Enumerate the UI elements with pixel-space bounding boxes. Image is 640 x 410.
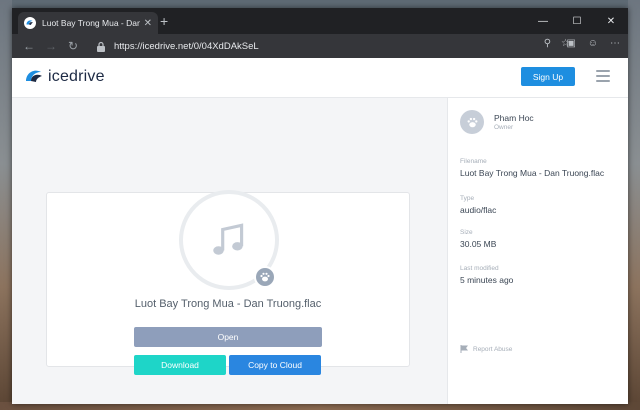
lock-icon [97,41,105,52]
desktop-wallpaper-right [628,0,640,410]
zoom-icon[interactable]: ⚲ [544,38,551,49]
meta-label: Filename [460,158,487,165]
close-window-icon[interactable]: ✕ [594,8,628,34]
back-icon[interactable]: ← [18,39,40,53]
logo-text: icedrive [48,68,105,85]
minimize-icon[interactable]: — [526,8,560,34]
report-abuse-link[interactable]: Report Abuse [460,345,512,353]
page-content: icedrive Sign Up Luot Bay Trong Mua - Da… [12,58,628,404]
copy-to-cloud-button[interactable]: Copy to Cloud [229,355,321,375]
flag-icon [460,345,468,353]
meta-last-modified: Last modified 5 minutes ago [460,265,513,285]
meta-filename: Filename Luot Bay Trong Mua - Dan Truong… [460,158,604,178]
reload-icon[interactable]: ↻ [62,39,84,53]
tab-bar: Luot Bay Trong Mua - Dan Truong ✕ + — ☐ … [12,8,628,34]
watermark-logo: GENK [578,386,626,402]
signup-button[interactable]: Sign Up [521,67,575,86]
meta-value: 30.05 MB [460,239,497,249]
url-field[interactable]: https://icedrive.net/0/04XdDAkSeL ⚲ ☆ [96,37,570,55]
paw-icon [467,117,477,127]
icedrive-logo[interactable]: icedrive [24,67,105,87]
icedrive-favicon-icon [24,17,36,29]
tab-close-icon[interactable]: ✕ [144,18,152,29]
report-abuse-label: Report Abuse [473,345,513,353]
meta-size: Size 30.05 MB [460,229,496,249]
icedrive-logo-icon [26,70,42,82]
window-controls: — ☐ ✕ [526,8,628,34]
url-text: https://icedrive.net/0/04XdDAkSeL [114,40,259,52]
browser-tab[interactable]: Luot Bay Trong Mua - Dan Truong ✕ [18,12,158,34]
download-button[interactable]: Download [134,355,226,375]
tab-title: Luot Bay Trong Mua - Dan Truong [42,18,140,28]
new-tab-icon[interactable]: + [160,13,168,29]
meta-type: Type audio/flac [460,195,496,215]
meta-value: Luot Bay Trong Mua - Dan Truong.flac [460,168,605,178]
file-details-sidebar: Pham Hoc Owner Filename Luot Bay Trong M… [447,98,628,404]
owner-role: Owner [494,124,514,131]
profile-icon[interactable]: ☺ [588,38,598,49]
meta-value: audio/flac [460,205,497,215]
desktop-wallpaper-left [0,0,12,410]
menu-dots-icon[interactable]: ⋯ [610,38,620,49]
paw-icon [254,266,276,288]
site-header: icedrive Sign Up [12,58,628,98]
meta-label: Size [460,229,473,236]
owner-name: Pham Hoc [494,113,534,123]
meta-value: 5 minutes ago [460,275,514,285]
maximize-icon[interactable]: ☐ [560,8,594,34]
meta-label: Type [460,195,475,202]
address-bar: ← → ↻ https://icedrive.net/0/04XdDAkSeL … [12,34,628,58]
browser-window: Luot Bay Trong Mua - Dan Truong ✕ + — ☐ … [12,8,628,404]
hamburger-menu-icon[interactable] [596,70,610,82]
forward-icon[interactable]: → [40,39,62,53]
avatar [460,110,484,134]
file-preview-area: Luot Bay Trong Mua - Dan Truong.flac Ope… [12,98,447,404]
owner-block: Pham Hoc Owner [460,110,534,134]
extension-icon[interactable]: ▣ [566,38,575,49]
file-title: Luot Bay Trong Mua - Dan Truong.flac [134,298,322,310]
open-button[interactable]: Open [134,327,322,347]
meta-label: Last modified [460,265,499,272]
